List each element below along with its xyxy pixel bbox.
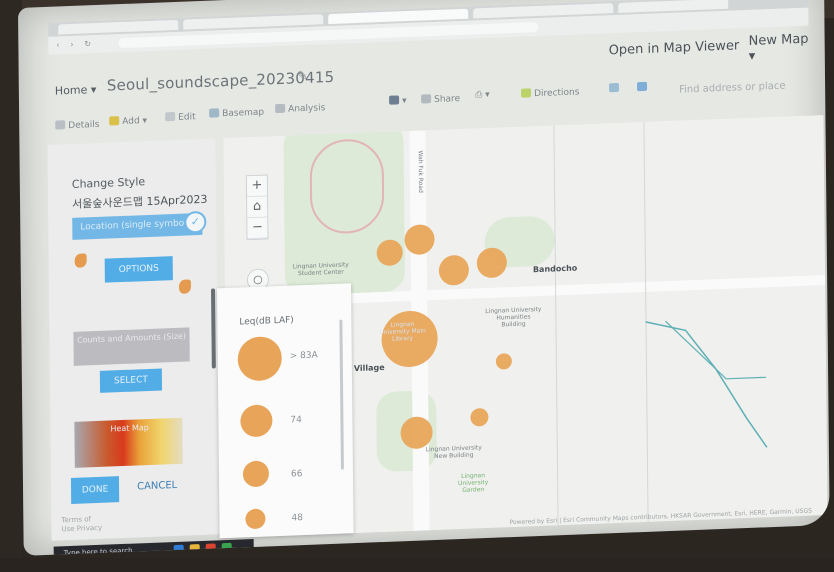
taskbar-search[interactable]: Type here to search [64,547,133,556]
folder-icon[interactable] [189,544,200,555]
legend-value: > 83A [289,350,318,362]
basemap-button[interactable]: Basemap [209,107,264,120]
map-label: Lingnan University Humanities Building [485,305,542,329]
home-menu[interactable]: Home ▾ [55,83,97,98]
select-button[interactable]: SELECT [99,368,163,393]
symbol-swatch [178,279,192,294]
forward-icon[interactable]: › [70,40,78,49]
zoom-in-button[interactable]: + [246,175,268,198]
open-in-map-viewer-link[interactable]: Open in Map Viewer [609,38,740,58]
analysis-label: Analysis [288,103,326,115]
legend-symbol [240,404,273,438]
attribute-selector-label: Location (single symbol) [80,218,191,233]
basemap-label: Basemap [222,107,265,120]
pencil-icon[interactable]: ✎ [297,69,308,84]
new-map-menu[interactable]: New Map ▾ [749,31,819,64]
share-icon [421,94,432,104]
change-style-panel: Change Style 서울숲사운드맵 15Apr2023 Location … [47,138,220,541]
heat-map-card[interactable]: Heat Map [74,417,183,468]
share-label: Share [434,94,461,106]
legend-symbol [245,508,266,530]
legend-value: 74 [290,415,302,426]
directions-label: Directions [534,87,580,100]
details-icon [55,120,66,130]
analysis-button[interactable]: Analysis [275,102,325,115]
directions-icon [521,88,532,98]
taskbar-app-icon[interactable] [205,543,216,554]
attribute-selector[interactable]: Location (single symbol) [72,212,203,240]
zoom-control: + ⌂ − [245,174,269,241]
photo-frame-bottom [0,558,834,572]
edit-button[interactable]: Edit [165,111,196,123]
taskbar-app-icon[interactable] [173,544,184,556]
home-extent-button[interactable]: ⌂ [247,196,268,219]
taskbar-app-icon[interactable] [221,542,232,554]
legend-title: Leq(dB LAF) [239,315,294,328]
back-icon[interactable]: ‹ [56,40,64,49]
road-label: Wah Fuk Road [416,150,425,193]
check-icon: ✓ [184,210,207,234]
symbol-swatch [74,253,87,268]
zoom-out-button[interactable]: − [247,217,268,240]
legend-value: 66 [290,469,303,480]
map-label: Lingnan University Main Library [379,320,426,343]
windows-taskbar: Type here to search [53,538,254,556]
legend-symbol [242,460,270,488]
measure-icon[interactable] [608,82,622,94]
legend-value: 48 [291,513,303,524]
print-button[interactable]: ⎙ ▾ [475,90,490,101]
done-button[interactable]: DONE [70,476,120,504]
heat-map-label: Heat Map [110,422,149,434]
legend-scrollbar[interactable] [339,319,344,470]
add-icon [109,116,120,126]
map-label: Bandocho [532,263,578,275]
edit-icon [165,111,176,122]
directions-button[interactable]: Directions [521,86,579,99]
legend-panel: Leq(dB LAF) > 83A 74 66 48 [217,283,354,539]
panel-title: Change Style [71,175,146,191]
add-button[interactable]: Add ▾ [109,115,147,127]
counts-amounts-card[interactable]: Counts and Amounts (Size) [73,327,190,366]
save-button[interactable]: ▾ [389,95,407,107]
analysis-icon [275,103,286,114]
share-button[interactable]: Share [421,93,460,105]
options-button[interactable]: OPTIONS [104,256,173,283]
legend-symbol [237,335,282,382]
map-label: Lingnan University Student Center [292,261,349,278]
cancel-button[interactable]: CANCEL [137,480,177,493]
bookmark-icon[interactable] [636,81,650,93]
layer-name: 서울숲사운드맵 15Apr2023 [72,192,208,211]
details-label: Details [68,119,100,132]
map-label: Lingnan University New Building [425,444,482,461]
find-address-input[interactable]: Find address or place [679,81,786,96]
panel-scrollbar[interactable] [211,288,216,369]
save-icon [389,95,400,105]
projected-screen: ‹ › ↻ Home ▾ Seoul_soundscape_20230415 ✎… [18,0,830,556]
panel-footer: Terms of Use Privacy [61,515,102,535]
edit-label: Edit [178,112,196,123]
map-label: Lingnan University Garden [457,472,489,494]
privacy-link[interactable]: Use Privacy [61,524,102,535]
reload-icon[interactable]: ↻ [84,39,92,48]
details-button[interactable]: Details [55,119,100,132]
add-label: Add ▾ [122,116,148,128]
basemap-icon [209,108,220,118]
